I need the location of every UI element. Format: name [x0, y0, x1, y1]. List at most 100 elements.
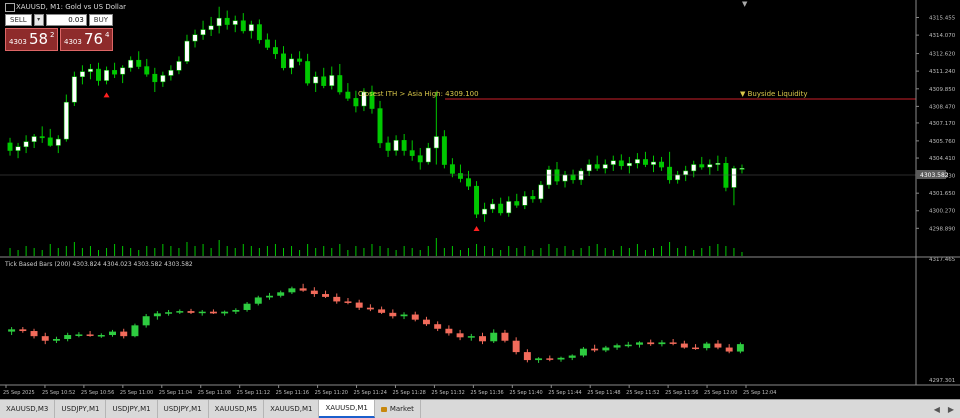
candle [321, 76, 327, 86]
indicator-candle [277, 292, 285, 296]
indicator-candle [30, 331, 38, 337]
tab-xauusd-m1[interactable]: XAUUSD,M1 [264, 400, 320, 418]
candle [87, 68, 93, 72]
indicator-candle [209, 311, 217, 314]
candle [47, 137, 53, 146]
candle [15, 146, 21, 151]
indicator-candle [75, 334, 83, 336]
indicator-candle [64, 335, 72, 340]
candle [200, 29, 206, 35]
sell-button[interactable]: SELL [5, 14, 32, 26]
liquidity-level-label: Closest ITH > Asia High: 4309.100 [358, 90, 479, 98]
indicator-candle [523, 352, 531, 361]
indicator-candle [736, 344, 744, 352]
tab-xauusd-m3[interactable]: XAUUSD,M3 [0, 400, 56, 418]
buy-button[interactable]: BUY [88, 14, 113, 26]
candle [23, 141, 29, 147]
candle [168, 70, 174, 76]
time-axis-label: 25 Sep 11:12 [237, 390, 270, 396]
tab-usdjpy-m1[interactable]: USDJPY,M1 [158, 400, 209, 418]
time-axis-label: 25 Sep 11:44 [548, 390, 581, 396]
chart-tabs-bar: XAUUSD,M3 USDJPY,M1 USDJPY,M1 USDJPY,M1 XAUU… [0, 399, 960, 418]
time-axis-label: 25 Sep 11:56 [665, 390, 698, 396]
indicator-candle [725, 347, 733, 352]
indicator-candle [535, 358, 543, 361]
sell-price-big: 58 [29, 30, 49, 48]
tab-xauusd-m5[interactable]: XAUUSD,M5 [209, 400, 265, 418]
indicator-candle [198, 311, 206, 314]
indicator-candle [636, 342, 643, 345]
indicator-candle [445, 328, 453, 334]
indicator-candle [187, 311, 195, 313]
candle [562, 174, 568, 182]
sell-price-box[interactable]: 4303 58 2 [5, 28, 58, 51]
buy-price-sup: 4 [105, 31, 110, 39]
lot-dropdown-icon[interactable]: ▾ [33, 14, 44, 26]
indicator-candle [591, 348, 599, 351]
shift-marker-icon[interactable]: ▼ [742, 0, 748, 8]
candle [104, 70, 110, 81]
candle [659, 161, 665, 168]
candle [297, 58, 303, 62]
candle [594, 164, 600, 169]
time-axis-label: 25 Sep 11:08 [198, 390, 231, 396]
candle [96, 68, 101, 81]
indicator-candle [692, 347, 700, 350]
candle [329, 75, 335, 86]
indicator-candle [714, 343, 722, 348]
candle [63, 101, 69, 140]
candle [232, 20, 238, 25]
candle [723, 163, 729, 188]
indicator-candle [176, 311, 184, 313]
candle [514, 201, 520, 206]
indicator-candle [310, 290, 318, 295]
indicator-candle [165, 312, 173, 314]
tab-xauusd-m1[interactable]: XAUUSD,M1 [319, 400, 375, 418]
tab-label: Market [389, 405, 414, 413]
chart-symbol-title: XAUUSD, M1: Gold vs US Dollar [16, 3, 127, 11]
indicator-candle [131, 325, 139, 337]
tab-label: USDJPY,M1 [163, 405, 202, 413]
candle [208, 25, 214, 30]
chart-area[interactable]: 4315.455 4314.070 4312.620 4311.240 4309.850… [0, 0, 960, 399]
price-axis-label: 4315.455 [929, 15, 956, 21]
tab-label: XAUUSD,M3 [6, 405, 49, 413]
tab-usdjpy-m1[interactable]: USDJPY,M1 [55, 400, 107, 418]
time-axis-label: 25 Sep 12:00 [704, 390, 737, 396]
tab-scroll-right-icon[interactable]: ▶ [948, 405, 954, 414]
candle [586, 164, 592, 172]
time-axis-label: 25 Sep 11:36 [470, 390, 503, 396]
buy-price-prefix: 4303 [64, 38, 82, 46]
candle [449, 164, 455, 174]
candle [642, 159, 648, 165]
indicator-candle [647, 342, 655, 345]
candle [715, 163, 721, 165]
time-axis-label: 25 Sep 11:16 [276, 390, 309, 396]
price-chart[interactable]: 4315.455 4314.070 4312.620 4311.240 4309.850… [0, 0, 960, 399]
indicator-candle [658, 342, 666, 345]
tab-label: USDJPY,M1 [112, 405, 151, 413]
time-axis-label: 25 Sep 11:40 [509, 390, 542, 396]
candle [482, 208, 488, 215]
indicator-candle [243, 303, 251, 310]
candle [538, 184, 544, 200]
sell-price-prefix: 4303 [9, 38, 27, 46]
candle [683, 170, 689, 175]
tab-usdjpy-m1[interactable]: USDJPY,M1 [106, 400, 158, 418]
buy-price-box[interactable]: 4303 76 4 [60, 28, 113, 51]
up-arrow-signal [103, 92, 110, 98]
indicator-title: Tick Based Bars (200) 4303.824 4304.023 … [5, 261, 193, 268]
lot-size-input[interactable]: 0.03 [45, 14, 87, 26]
candle [353, 98, 359, 107]
time-axis-label: 25 Sep 11:32 [431, 390, 464, 396]
candle [474, 185, 480, 215]
indicator-candle [467, 336, 475, 338]
tab-market[interactable]: Market [375, 400, 421, 418]
indicator-candle [366, 307, 374, 310]
candle [506, 201, 512, 214]
indicator-axis-label: 4317.465 [929, 257, 956, 263]
tab-scroll-left-icon[interactable]: ◀ [934, 405, 940, 414]
candle [409, 150, 415, 156]
candle [120, 67, 126, 75]
candle [216, 17, 222, 27]
